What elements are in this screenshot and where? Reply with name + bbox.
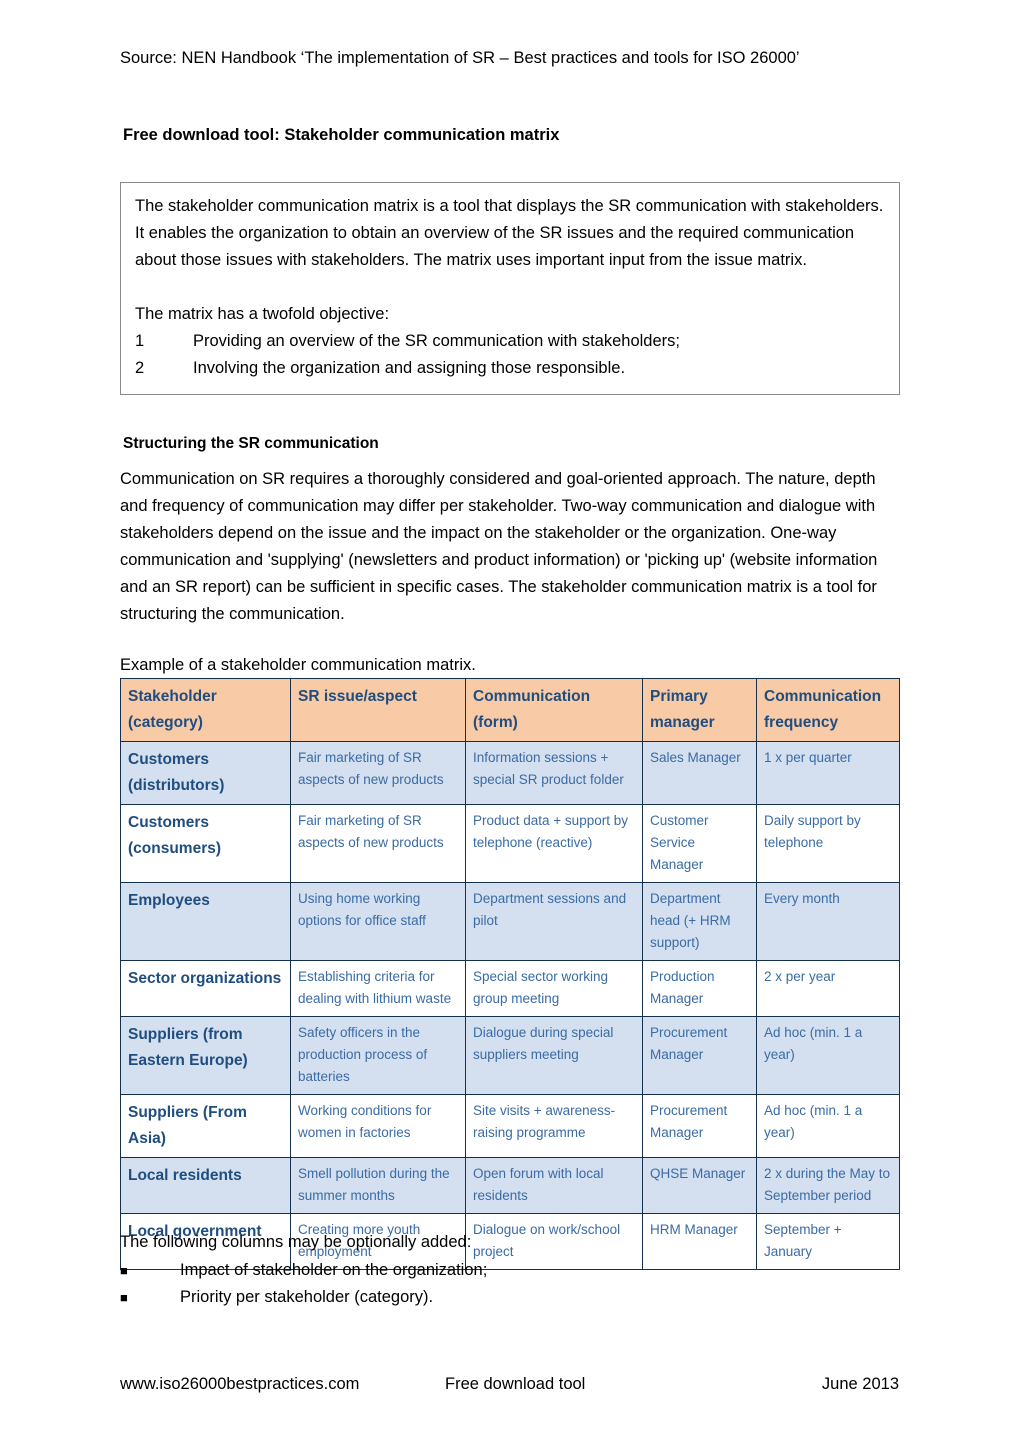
section-body-paragraph: Communication on SR requires a thoroughl…: [120, 470, 878, 623]
column-header-primary-manager: Primary manager: [642, 678, 757, 742]
cell-frequency: 2 x per year: [756, 960, 900, 1017]
cell-issue: Fair marketing of SR aspects of new prod…: [290, 741, 466, 805]
table-row: Customers (distributors) Fair marketing …: [120, 741, 900, 805]
cell-issue: Using home working options for office st…: [290, 882, 466, 961]
optional-columns-intro: The following columns may be optionally …: [120, 1233, 472, 1251]
header-line: Stakeholder: [128, 688, 217, 705]
header-line: Communication: [473, 688, 591, 705]
cell-category: Customers (distributors): [120, 741, 291, 805]
column-header-communication-frequency: Communication frequency: [756, 678, 900, 742]
cell-category: Local residents: [120, 1157, 291, 1214]
page-title: Free download tool: Stakeholder communic…: [123, 126, 560, 144]
table-row: Suppliers (From Asia) Working conditions…: [120, 1094, 900, 1158]
cell-frequency: 2 x during the May to September period: [756, 1157, 900, 1214]
cell-manager: Sales Manager: [642, 741, 757, 805]
table-header-row: Stakeholder (category) SR issue/aspect C…: [120, 678, 900, 742]
cell-manager: QHSE Manager: [642, 1157, 757, 1214]
objective-item: 2 Involving the organization and assigni…: [135, 355, 885, 382]
header-line: SR issue/aspect: [298, 688, 417, 705]
cell-frequency: Daily support by telephone: [756, 804, 900, 883]
cell-category: Sector organizations: [120, 960, 291, 1017]
document-page: Source: NEN Handbook ‘The implementation…: [0, 0, 1020, 1443]
cell-issue: Working conditions for women in factorie…: [290, 1094, 466, 1158]
objective-lead: The matrix has a twofold objective:: [135, 305, 390, 323]
objective-text: Involving the organization and assigning…: [193, 359, 626, 377]
square-bullet-icon: ■: [120, 1263, 128, 1278]
objective-number: 2: [135, 359, 145, 377]
intro-paragraph: The stakeholder communication matrix is …: [135, 197, 884, 269]
cell-form: Open forum with local residents: [465, 1157, 643, 1214]
cell-issue: Safety officers in the production proces…: [290, 1016, 466, 1095]
list-item: ■ Impact of stakeholder on the organizat…: [120, 1257, 880, 1284]
cell-category: Employees: [120, 882, 291, 961]
table-row: Customers (consumers) Fair marketing of …: [120, 804, 900, 883]
table-body: Customers (distributors) Fair marketing …: [120, 741, 900, 1270]
header-line: Communication: [764, 688, 882, 705]
cell-manager: Procurement Manager: [642, 1016, 757, 1095]
cell-manager: Department head (+ HRM support): [642, 882, 757, 961]
footer-website: www.iso26000bestpractices.com: [120, 1375, 360, 1393]
cell-category: Suppliers (from Eastern Europe): [120, 1016, 291, 1095]
header-line: manager: [650, 713, 715, 731]
cell-frequency: Every month: [756, 882, 900, 961]
objective-number: 1: [135, 332, 145, 350]
list-item-label: Impact of stakeholder on the organizatio…: [180, 1261, 488, 1279]
header-line: Primary: [650, 688, 708, 705]
cell-manager: Production Manager: [642, 960, 757, 1017]
intro-callout-box: The stakeholder communication matrix is …: [120, 182, 900, 395]
table-row: Local residents Smell pollution during t…: [120, 1157, 900, 1214]
cell-form: Special sector working group meeting: [465, 960, 643, 1017]
footer-date: June 2013: [821, 1375, 899, 1393]
table-row: Sector organizations Establishing criter…: [120, 960, 900, 1017]
stakeholder-communication-matrix: Stakeholder (category) SR issue/aspect C…: [120, 678, 900, 1270]
list-item: ■ Priority per stakeholder (category).: [120, 1284, 880, 1311]
cell-form: Site visits + awareness-raising programm…: [465, 1094, 643, 1158]
cell-issue: Smell pollution during the summer months: [290, 1157, 466, 1214]
intro-spacer: [135, 274, 885, 301]
cell-category: Suppliers (From Asia): [120, 1094, 291, 1158]
list-item-label: Priority per stakeholder (category).: [180, 1288, 434, 1306]
cell-issue: Establishing criteria for dealing with l…: [290, 960, 466, 1017]
objective-item: 1 Providing an overview of the SR commun…: [135, 328, 885, 355]
table-row: Suppliers (from Eastern Europe) Safety o…: [120, 1016, 900, 1095]
square-bullet-icon: ■: [120, 1290, 128, 1305]
section-heading: Structuring the SR communication: [123, 435, 379, 452]
header-line: frequency: [764, 713, 839, 731]
cell-form: Product data + support by telephone (rea…: [465, 804, 643, 883]
cell-frequency: Ad hoc (min. 1 a year): [756, 1094, 900, 1158]
cell-frequency: 1 x per quarter: [756, 741, 900, 805]
cell-form: Dialogue during special suppliers meetin…: [465, 1016, 643, 1095]
table-row: Employees Using home working options for…: [120, 882, 900, 961]
table-caption: Example of a stakeholder communication m…: [120, 656, 476, 674]
objective-text: Providing an overview of the SR communic…: [193, 332, 680, 350]
header-line: (category): [128, 713, 203, 731]
column-header-communication-form: Communication (form): [465, 678, 643, 742]
footer-doc-type: Free download tool: [445, 1375, 586, 1393]
cell-form: Information sessions + special SR produc…: [465, 741, 643, 805]
cell-manager: Customer Service Manager: [642, 804, 757, 883]
column-header-stakeholder: Stakeholder (category): [120, 678, 291, 742]
cell-category: Customers (consumers): [120, 804, 291, 883]
cell-frequency: Ad hoc (min. 1 a year): [756, 1016, 900, 1095]
source-attribution: Source: NEN Handbook ‘The implementation…: [120, 49, 800, 67]
cell-manager: Procurement Manager: [642, 1094, 757, 1158]
cell-form: Department sessions and pilot: [465, 882, 643, 961]
header-line: (form): [473, 713, 518, 731]
cell-issue: Fair marketing of SR aspects of new prod…: [290, 804, 466, 883]
column-header-sr-issue: SR issue/aspect: [290, 678, 466, 742]
